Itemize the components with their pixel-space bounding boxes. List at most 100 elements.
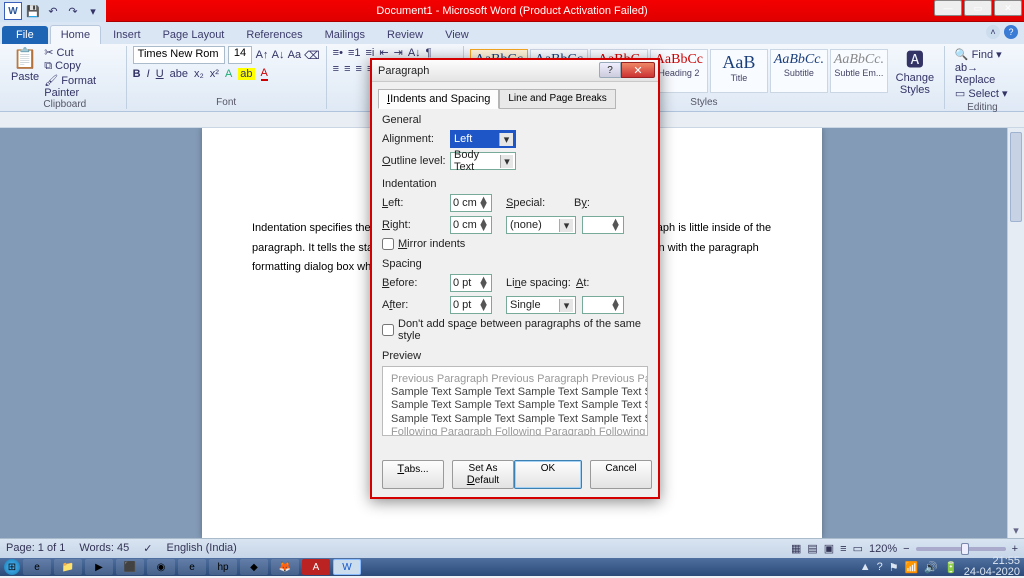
multilevel-icon[interactable]: ≡i (366, 47, 375, 59)
tab-review[interactable]: Review (377, 26, 433, 44)
tray-battery-icon[interactable]: 🔋 (944, 561, 958, 574)
taskbar-edge-icon[interactable]: e (178, 559, 206, 575)
spell-check-icon[interactable]: ✓ (143, 542, 152, 555)
cancel-button[interactable]: Cancel (590, 460, 652, 489)
minimize-button[interactable]: — (934, 0, 962, 16)
tray-volume-icon[interactable]: 🔊 (924, 561, 938, 574)
highlight-icon[interactable]: ab (238, 68, 254, 80)
indent-right-spinner[interactable]: 0 cm▲▼ (450, 216, 492, 234)
show-marks-icon[interactable]: ¶ (426, 47, 432, 59)
view-print-layout-icon[interactable]: ▦ (791, 542, 801, 555)
taskbar-app3-icon[interactable]: ◆ (240, 559, 268, 575)
tray-expand-icon[interactable]: ▲ (860, 561, 871, 573)
word-count[interactable]: Words: 45 (79, 542, 129, 555)
scroll-thumb[interactable] (1010, 132, 1022, 222)
bullets-icon[interactable]: ≡• (333, 47, 343, 59)
taskbar-chrome-icon[interactable]: ◉ (147, 559, 175, 575)
change-case-icon[interactable]: Aa (288, 47, 301, 63)
restore-button[interactable]: ▭ (964, 0, 992, 16)
change-styles-button[interactable]: 🅰 Change Styles (892, 46, 938, 96)
tab-page-layout[interactable]: Page Layout (153, 26, 235, 44)
dialog-close-button[interactable]: ✕ (621, 62, 655, 78)
tab-insert[interactable]: Insert (103, 26, 151, 44)
close-window-button[interactable]: ✕ (994, 0, 1022, 16)
taskbar-hp-icon[interactable]: hp (209, 559, 237, 575)
align-right-icon[interactable]: ≡ (356, 63, 362, 75)
tab-mailings[interactable]: Mailings (315, 26, 375, 44)
style-title[interactable]: AaBTitle (710, 49, 768, 93)
special-combo[interactable]: (none)▾ (506, 216, 576, 234)
tray-help-icon[interactable]: ? (877, 561, 883, 573)
text-effects-icon[interactable]: A (225, 68, 232, 80)
tray-date[interactable]: 24-04-2020 (964, 567, 1020, 578)
dont-add-space-checkbox[interactable] (382, 324, 394, 336)
font-color-icon[interactable]: A (261, 67, 268, 81)
chevron-down-icon[interactable]: ▾ (500, 155, 513, 168)
tabs-button[interactable]: Tabs... (382, 460, 444, 489)
start-button[interactable]: ⊞ (4, 559, 20, 575)
subscript-button[interactable]: x₂ (194, 68, 204, 80)
select-button[interactable]: ▭ Select ▾ (955, 87, 1010, 100)
view-draft-icon[interactable]: ▭ (853, 542, 863, 555)
tab-references[interactable]: References (236, 26, 312, 44)
save-icon[interactable]: 💾 (24, 2, 42, 20)
numbering-icon[interactable]: ≡1 (348, 47, 361, 59)
shrink-font-icon[interactable]: A↓ (272, 47, 285, 63)
bold-button[interactable]: B (133, 68, 141, 80)
paste-button[interactable]: 📋 Paste (10, 46, 40, 99)
by-spinner[interactable]: ▲▼ (582, 216, 624, 234)
taskbar-media-icon[interactable]: ▶ (85, 559, 113, 575)
indent-left-spinner[interactable]: 0 cm▲▼ (450, 194, 492, 212)
ok-button[interactable]: OK (514, 460, 582, 489)
redo-icon[interactable]: ↷ (64, 2, 82, 20)
view-web-icon[interactable]: ▣ (824, 542, 834, 555)
view-fullscreen-icon[interactable]: ▤ (807, 542, 817, 555)
sort-icon[interactable]: A↓ (408, 47, 421, 59)
tab-file[interactable]: File (2, 26, 48, 44)
grow-font-icon[interactable]: A↑ (255, 47, 268, 63)
zoom-out-icon[interactable]: − (903, 543, 909, 555)
after-spinner[interactable]: 0 pt▲▼ (450, 296, 492, 314)
tab-line-page-breaks[interactable]: Line and Page Breaks (499, 89, 615, 109)
chevron-down-icon[interactable]: ▾ (499, 133, 513, 146)
taskbar-ie-icon[interactable]: e (23, 559, 51, 575)
dialog-title-bar[interactable]: Paragraph ? ✕ (372, 60, 658, 82)
alignment-combo[interactable]: Left▾ (450, 130, 516, 148)
taskbar-app1-icon[interactable]: ⬛ (116, 559, 144, 575)
zoom-slider[interactable] (916, 547, 1006, 551)
align-left-icon[interactable]: ≡ (333, 63, 339, 75)
qat-dropdown-icon[interactable]: ▾ (84, 2, 102, 20)
clear-formatting-icon[interactable]: ⌫ (304, 47, 320, 63)
align-center-icon[interactable]: ≡ (344, 63, 350, 75)
style-subtle-em[interactable]: AaBbCc.Subtle Em... (830, 49, 888, 93)
format-painter-button[interactable]: 🖌 Format Painter (44, 74, 119, 99)
copy-button[interactable]: ⧉ Copy (44, 60, 119, 73)
vertical-scrollbar[interactable]: ▴ ▾ (1007, 128, 1024, 538)
language-status[interactable]: English (India) (166, 542, 236, 555)
undo-icon[interactable]: ↶ (44, 2, 62, 20)
mirror-indents-checkbox[interactable] (382, 238, 394, 250)
view-outline-icon[interactable]: ≡ (840, 543, 846, 555)
tab-view[interactable]: View (435, 26, 479, 44)
chevron-down-icon[interactable]: ▾ (559, 299, 573, 312)
outline-combo[interactable]: Body Text▾ (450, 152, 516, 170)
underline-button[interactable]: U (156, 68, 164, 80)
chevron-down-icon[interactable]: ▾ (559, 219, 573, 232)
scroll-down-icon[interactable]: ▾ (1008, 522, 1024, 538)
font-name-combo[interactable]: Times New Rom (133, 46, 225, 64)
cut-button[interactable]: ✂ Cut (44, 46, 119, 59)
replace-button[interactable]: ab→ Replace (955, 62, 1010, 86)
line-spacing-combo[interactable]: Single▾ (506, 296, 576, 314)
tab-home[interactable]: Home (50, 25, 101, 44)
taskbar-firefox-icon[interactable]: 🦊 (271, 559, 299, 575)
taskbar-word-icon[interactable]: W (333, 559, 361, 575)
italic-button[interactable]: I (147, 68, 150, 80)
at-spinner[interactable]: ▲▼ (582, 296, 624, 314)
page-status[interactable]: Page: 1 of 1 (6, 542, 65, 555)
tab-indents-spacing[interactable]: IIndents and Spacing (378, 89, 499, 109)
tray-network-icon[interactable]: 📶 (905, 561, 919, 574)
dialog-help-button[interactable]: ? (599, 62, 621, 78)
find-button[interactable]: 🔍 Find ▾ (955, 48, 1010, 61)
taskbar-pdf-icon[interactable]: A (302, 559, 330, 575)
tray-flag-icon[interactable]: ⚑ (889, 561, 899, 574)
